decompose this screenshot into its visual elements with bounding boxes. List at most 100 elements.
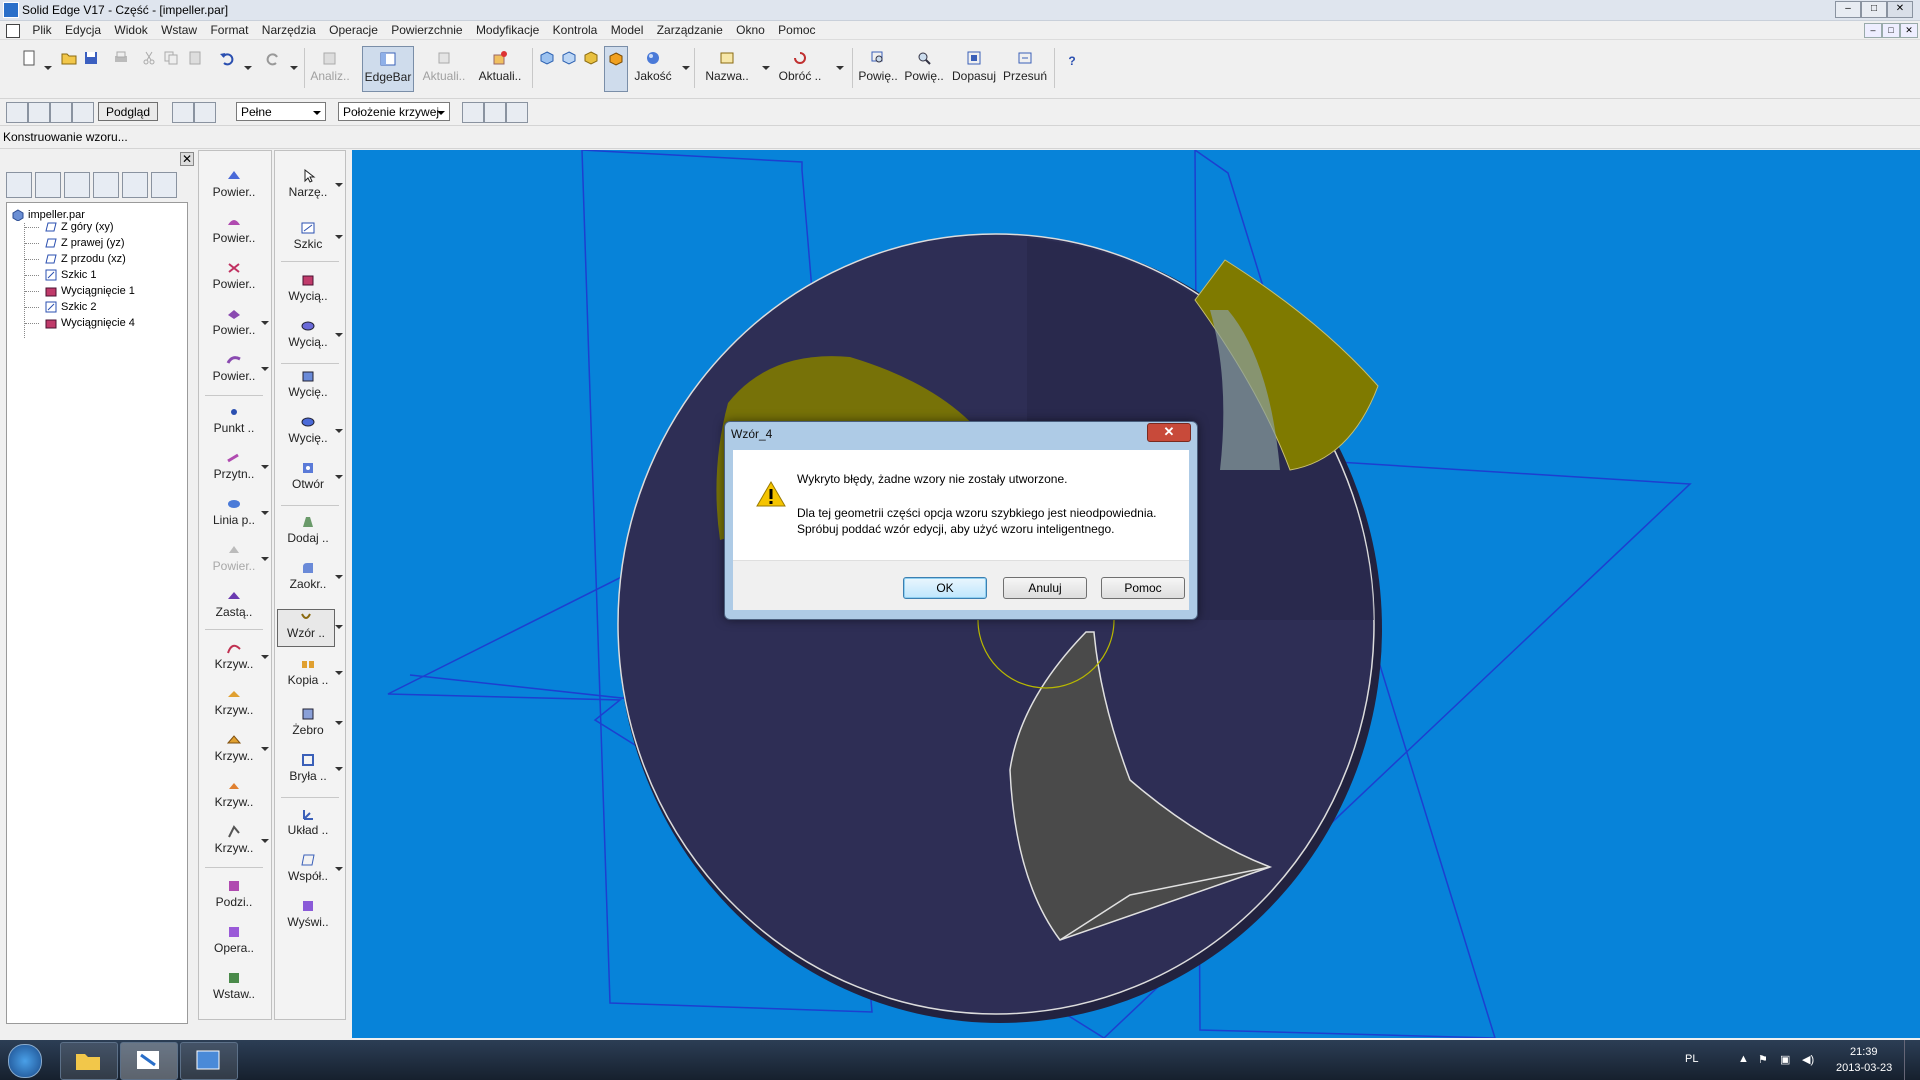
taskbar-explorer[interactable] [60, 1042, 118, 1080]
revolved-protrusion-button[interactable]: Wycią.. [277, 319, 339, 349]
trim-button[interactable]: Przytn.. [203, 451, 265, 481]
ribbon-option-button-1[interactable] [172, 102, 194, 123]
curve-button-4[interactable]: Krzyw.. [203, 779, 265, 809]
flag-icon[interactable]: ⚑ [1758, 1053, 1768, 1066]
operation-button[interactable]: Opera.. [203, 925, 265, 955]
doc-close-button[interactable]: ✕ [1900, 23, 1918, 38]
insert-button[interactable]: Wstaw.. [203, 971, 265, 1001]
dialog-close-button[interactable]: ✕ [1147, 423, 1191, 442]
surface-button-4[interactable]: Powier.. [203, 307, 265, 337]
redo-button[interactable] [262, 46, 284, 90]
point-button[interactable]: Punkt .. [203, 405, 265, 435]
tab-features-library[interactable] [93, 172, 119, 198]
tree-item-protrusion-4[interactable]: Wyciągnięcie 4 [45, 317, 135, 329]
surface-button-3[interactable]: Powier.. [203, 261, 265, 291]
select-mode-button-3[interactable] [50, 102, 72, 123]
tree-item-right-plane[interactable]: Z prawej (yz) [45, 237, 125, 249]
cutout-button[interactable]: Wycię.. [277, 369, 339, 399]
curve-button-1[interactable]: Krzyw.. [203, 641, 265, 671]
close-button[interactable]: ✕ [1887, 1, 1913, 18]
save-button[interactable] [80, 46, 102, 90]
menu-format[interactable]: Format [205, 21, 253, 39]
grid-button-3[interactable] [506, 102, 528, 123]
mirror-copy-button[interactable]: Kopia .. [277, 657, 339, 687]
document-icon[interactable] [6, 24, 20, 38]
maximize-button[interactable]: □ [1861, 1, 1887, 18]
tree-item-sketch-2[interactable]: Szkic 2 [45, 301, 96, 313]
rotate-button[interactable]: Obróć .. [776, 46, 824, 90]
tab-sensors[interactable] [122, 172, 148, 198]
view-shaded-button[interactable] [604, 46, 628, 92]
open-button[interactable] [58, 46, 80, 90]
analysis-button[interactable]: Analiz.. [308, 46, 352, 90]
menu-modify[interactable]: Modyfikacje [471, 21, 544, 39]
doc-minimize-button[interactable]: – [1864, 23, 1882, 38]
clock-time[interactable]: 21:39 [1850, 1046, 1878, 1058]
menu-surfaces[interactable]: Powierzchnie [386, 21, 467, 39]
protrusion-button[interactable]: Wycią.. [277, 273, 339, 303]
view-dim-button[interactable] [558, 46, 580, 90]
menu-inspect[interactable]: Kontrola [548, 21, 603, 39]
tree-item-sketch-1[interactable]: Szkic 1 [45, 269, 96, 281]
rib-button[interactable]: Żebro [277, 707, 339, 737]
zoom-button[interactable]: Powię.. [902, 46, 946, 90]
cancel-button[interactable]: Anuluj [1003, 577, 1087, 599]
tree-root[interactable]: impeller.par [12, 209, 85, 222]
grid-button-2[interactable] [484, 102, 506, 123]
clock-date[interactable]: 2013-03-23 [1836, 1062, 1892, 1074]
surface-button-5[interactable]: Powier.. [203, 353, 265, 383]
menu-model[interactable]: Model [606, 21, 649, 39]
surface-button-6[interactable]: Powier.. [203, 543, 265, 573]
curve-button-2[interactable]: Krzyw.. [203, 687, 265, 717]
help-button[interactable]: Pomoc [1101, 577, 1185, 599]
thin-wall-button[interactable]: Bryła .. [277, 753, 339, 783]
print-button[interactable] [110, 46, 132, 90]
hole-button[interactable]: Otwór [277, 461, 339, 491]
network-icon[interactable]: ▣ [1780, 1053, 1790, 1066]
taskbar-window[interactable] [180, 1042, 238, 1080]
menu-view[interactable]: Widok [109, 21, 152, 39]
parting-line-button[interactable]: Linia p.. [203, 497, 265, 527]
named-view-button[interactable]: Nazwa.. [702, 46, 752, 90]
ribbon-option-button-2[interactable] [194, 102, 216, 123]
reference-plane-button[interactable]: Współ.. [277, 853, 339, 883]
tree-item-front-plane[interactable]: Z przodu (xz) [45, 253, 126, 265]
menu-file[interactable]: Plik [27, 21, 56, 39]
menu-insert[interactable]: Wstaw [156, 21, 202, 39]
minimize-button[interactable]: – [1835, 1, 1861, 18]
start-button[interactable] [8, 1044, 42, 1078]
tab-layers[interactable] [35, 172, 61, 198]
paste-button[interactable] [184, 46, 206, 90]
copy-button[interactable] [160, 46, 182, 90]
whats-this-help-button[interactable]: ? [1060, 46, 1084, 90]
round-button[interactable]: Zaokr.. [277, 561, 339, 591]
view-iso-button[interactable] [536, 46, 558, 90]
tab-feature-pathfinder[interactable] [6, 172, 32, 198]
view-trim-button[interactable] [580, 46, 602, 90]
menu-help[interactable]: Pomoc [773, 21, 820, 39]
sketch-button[interactable]: Szkic [277, 221, 339, 251]
surface-button-2[interactable]: Powier.. [203, 215, 265, 245]
edgebar-close-button[interactable]: ✕ [180, 152, 194, 166]
fit-button[interactable]: Dopasuj [950, 46, 998, 90]
edgebar-button[interactable]: EdgeBar [362, 46, 414, 92]
add-draft-button[interactable]: Dodaj .. [277, 515, 339, 545]
zoom-area-button[interactable]: Powię.. [856, 46, 900, 90]
quality-button[interactable]: Jakość [630, 46, 676, 90]
coordinate-system-button[interactable]: Układ .. [277, 807, 339, 837]
tree-item-top-plane[interactable]: Z góry (xy) [45, 221, 114, 233]
preview-button[interactable]: Podgląd [98, 102, 158, 121]
show-desktop-button[interactable] [1904, 1040, 1920, 1080]
menu-features[interactable]: Operacje [324, 21, 383, 39]
menu-window[interactable]: Okno [731, 21, 770, 39]
grid-button-1[interactable] [462, 102, 484, 123]
volume-icon[interactable]: ◀) [1802, 1053, 1814, 1066]
doc-restore-button[interactable]: □ [1882, 23, 1900, 38]
revolved-cutout-button[interactable]: Wycię.. [277, 415, 339, 445]
surface-button-1[interactable]: Powier.. [203, 169, 265, 199]
show-planes-button[interactable]: Wyświ.. [277, 899, 339, 929]
display-mode-select[interactable]: Pełne [236, 102, 326, 121]
show-hidden-icons-button[interactable]: ▲ [1738, 1053, 1749, 1065]
tab-family[interactable] [64, 172, 90, 198]
pattern-button[interactable]: Wzór .. [277, 609, 335, 647]
